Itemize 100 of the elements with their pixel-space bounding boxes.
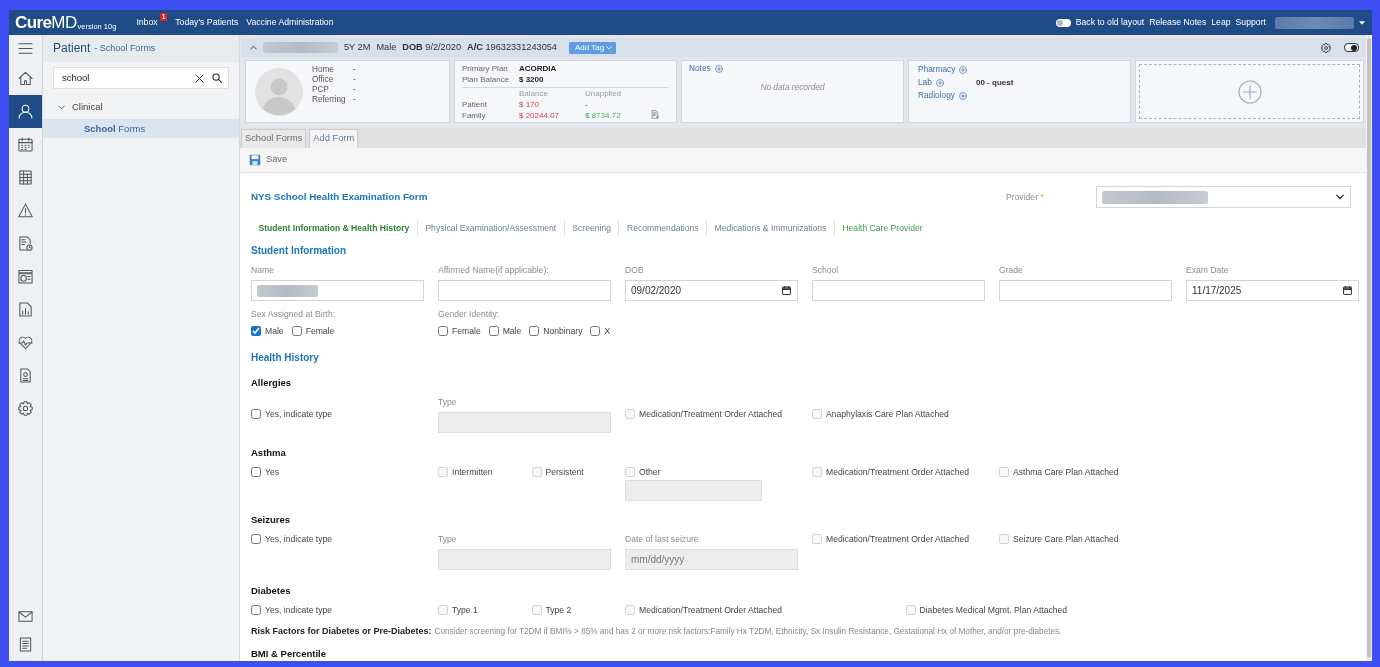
checkbox-label: Medication/Treatment Order Attached — [639, 408, 782, 420]
patient-dob: DOB 9/2/2020 — [402, 42, 462, 53]
section-heading: Health History — [251, 351, 320, 365]
patient-button[interactable] — [9, 95, 42, 128]
checkbox-label: Yes, indicate type — [265, 533, 333, 545]
panel-subtitle: - School Forms — [94, 43, 156, 54]
text-field[interactable] — [812, 280, 985, 301]
checkbox[interactable] — [251, 409, 261, 419]
checkbox-label: Medication/Treatment Order Attached — [826, 466, 969, 478]
checkbox[interactable] — [291, 326, 302, 336]
field-label: Name — [251, 264, 275, 276]
checkbox[interactable] — [251, 534, 261, 544]
section-tab[interactable]: Medications & Immunizations — [706, 220, 834, 236]
redacted-name — [257, 284, 318, 297]
text-field[interactable] — [999, 280, 1172, 301]
checkbox[interactable] — [488, 326, 499, 336]
add-icon — [958, 91, 967, 100]
chevron-up-icon — [250, 44, 257, 51]
balance-amount: $ 170 — [519, 99, 540, 110]
field-label: Type — [438, 396, 457, 408]
notes-link[interactable]: Notes — [689, 64, 711, 74]
save-button[interactable]: Save — [249, 154, 288, 166]
add-icon — [935, 78, 944, 87]
balance-amount: $ 20244.07 — [519, 110, 560, 121]
section-tab[interactable]: Health Care Provider — [833, 220, 931, 236]
unapplied-amount: $ 8734.72 — [585, 110, 621, 121]
app-logo[interactable]: CureMD — [15, 14, 77, 31]
text-field[interactable] — [438, 280, 611, 301]
section-tab[interactable]: Screening — [563, 220, 619, 236]
field-label: Date of last seizure — [625, 533, 699, 545]
nav-link[interactable]: Leap — [1211, 17, 1231, 28]
panel-title: Patient — [53, 41, 91, 56]
info-label: Office — [312, 75, 335, 85]
nav-link[interactable]: Inbox — [136, 17, 158, 28]
chart-document-icon — [18, 302, 33, 317]
chevron-down-icon — [58, 103, 65, 111]
document-clock-icon — [18, 236, 33, 251]
checkbox[interactable] — [438, 326, 448, 336]
checkbox[interactable] — [590, 326, 601, 336]
checkbox[interactable] — [529, 326, 540, 336]
nav-link[interactable]: Release Notes — [1149, 17, 1207, 28]
date-field[interactable]: 11/17/2025 — [1186, 280, 1359, 301]
vertical-scrollbar[interactable] — [1366, 35, 1372, 661]
checkbox[interactable] — [251, 605, 261, 615]
order-link[interactable]: Radiology — [918, 89, 955, 102]
add-tag-button[interactable]: Add Tag — [569, 41, 617, 54]
empty-message: No data recorded — [760, 82, 825, 93]
nav-link[interactable]: Today's Patients — [175, 17, 239, 28]
add-widget-button[interactable] — [1139, 64, 1360, 119]
info-value: - — [353, 75, 356, 85]
info-label: Primary Plan — [462, 63, 508, 74]
list-document-icon — [18, 636, 33, 652]
add-icon — [714, 64, 723, 73]
tab[interactable]: School Forms — [241, 129, 307, 148]
info-label: Patient — [462, 99, 487, 110]
checkbox[interactable] — [251, 467, 261, 477]
checkbox-label: Yes — [265, 466, 280, 478]
plus-circle-icon — [1237, 79, 1262, 104]
section-tab[interactable]: Student Information & Health History — [251, 220, 417, 236]
search-field[interactable]: school — [53, 67, 229, 89]
toggle-switch[interactable] — [1344, 43, 1359, 52]
heart-pulse-icon — [18, 335, 33, 350]
checkbox-label: Female — [305, 325, 335, 337]
checkbox-label: Yes, indicate type — [265, 408, 333, 420]
section-tab[interactable]: Recommendations — [618, 220, 707, 236]
checkbox-label: Type 2 — [545, 604, 572, 616]
column-header: Balance — [519, 88, 548, 99]
order-link[interactable]: Pharmacy — [918, 63, 956, 76]
group-title: Diabetes — [251, 584, 292, 598]
unapplied-amount: - — [585, 99, 588, 110]
column-header: Unapplied — [585, 88, 622, 99]
add-icon — [959, 65, 968, 74]
checkbox-label: Female — [452, 325, 481, 337]
patient-age: 5Y 2M — [344, 42, 371, 53]
toggle-switch[interactable] — [1055, 18, 1071, 27]
info-value: - — [353, 65, 356, 75]
checkbox-label: Type 1 — [452, 604, 478, 616]
tab[interactable]: Add Form — [309, 129, 359, 148]
checkbox[interactable] — [251, 326, 261, 336]
text-field[interactable] — [251, 280, 424, 301]
search-icon — [212, 73, 222, 83]
date-field[interactable]: 09/02/2020 — [625, 280, 798, 301]
order-link[interactable]: Lab — [918, 76, 932, 89]
checkbox-label: Diabetes Medical Mgmt. Plan Attached — [919, 604, 1068, 616]
provider-select[interactable] — [1096, 186, 1351, 208]
tree-item[interactable]: Clinical — [43, 98, 239, 116]
nav-link[interactable]: Vaccine Administration — [246, 17, 334, 28]
cash-icon — [18, 269, 33, 284]
field-label: Exam Date — [1186, 264, 1230, 276]
group-title: BMI & Percentile — [251, 647, 327, 661]
nav-link[interactable]: Support — [1235, 17, 1266, 28]
checkbox-label: Other — [639, 466, 661, 478]
tree-item[interactable]: School Forms — [43, 119, 239, 138]
settings-icon[interactable] — [1321, 42, 1331, 53]
nav-link[interactable]: Back to old layout — [1075, 17, 1145, 28]
patient-sex: Male — [376, 42, 397, 53]
group-title: Allergies — [251, 376, 293, 390]
settings-icon — [18, 401, 33, 416]
field-label: Affirmed Name(if applicable): — [438, 264, 550, 276]
section-tab[interactable]: Physical Examination/Assessment — [416, 220, 564, 236]
